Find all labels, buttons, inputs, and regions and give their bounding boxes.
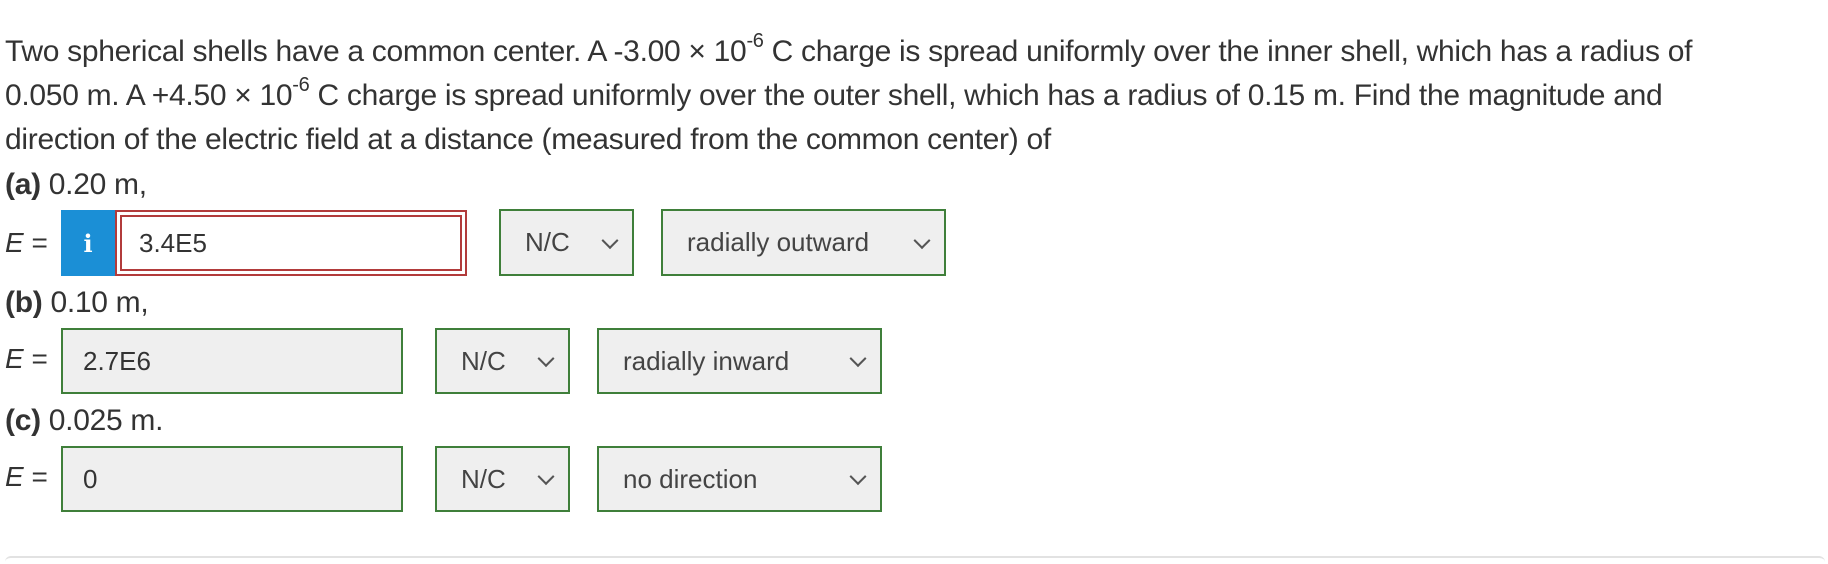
part-letter: (a) [5,168,41,201]
section-divider [5,556,1825,564]
unit-value: N/C [461,345,506,376]
part-a-label: (a) 0.20 m, [5,167,147,203]
answer-value: 3.4E5 [139,227,207,258]
unit-select-b[interactable]: N/C [435,328,570,394]
chevron-down-icon [601,231,619,249]
direction-select-b[interactable]: radially inward [597,328,882,394]
e-label-a: E = [5,226,48,260]
unit-value: N/C [461,463,506,494]
problem-statement: Two spherical shells have a common cente… [5,30,1815,162]
answer-value: 2.7E6 [83,345,151,376]
exponent: -6 [746,30,764,52]
problem-line-2: 0.050 m. A +4.50 × 10-6 C charge is spre… [5,74,1815,118]
answer-input-c[interactable]: 0 [61,446,403,512]
unit-select-c[interactable]: N/C [435,446,570,512]
chevron-down-icon [537,350,555,368]
part-distance: 0.20 m, [40,168,147,201]
e-label-c: E = [5,460,48,494]
direction-select-a[interactable]: radially outward [661,209,946,276]
direction-value: radially inward [623,345,790,376]
problem-line-3: direction of the electric field at a dis… [5,123,1051,156]
chevron-down-icon [537,468,555,486]
exponent: -6 [292,74,310,96]
answer-input-a[interactable]: 3.4E5 [115,210,467,276]
problem-text: C charge is spread uniformly over the in… [763,35,1693,68]
problem-text: Two spherical shells have a common cente… [5,35,747,68]
part-b-label: (b) 0.10 m, [5,285,149,321]
direction-select-c[interactable]: no direction [597,446,882,512]
problem-text: 0.050 m. A +4.50 × 10 [5,79,293,112]
part-distance: 0.025 m. [40,404,164,437]
part-letter: (c) [5,404,41,437]
direction-value: no direction [623,463,758,494]
part-distance: 0.10 m, [42,286,149,319]
part-c-label: (c) 0.025 m. [5,403,163,439]
info-icon[interactable]: i [61,210,115,276]
chevron-down-icon [849,350,867,368]
equals-sign: = [23,227,48,258]
unit-value: N/C [525,227,570,257]
answer-input-b[interactable]: 2.7E6 [61,328,403,394]
e-symbol: E [5,461,24,492]
problem-text: C charge is spread uniformly over the ou… [309,79,1663,112]
equals-sign: = [23,343,48,374]
chevron-down-icon [913,231,931,249]
part-letter: (b) [5,286,43,319]
direction-value: radially outward [687,227,870,257]
equals-sign: = [23,461,48,492]
chevron-down-icon [849,468,867,486]
e-symbol: E [5,227,24,258]
e-symbol: E [5,343,24,374]
problem-line-1: Two spherical shells have a common cente… [5,30,1815,74]
answer-value: 0 [83,463,98,494]
unit-select-a[interactable]: N/C [499,209,634,276]
e-label-b: E = [5,342,48,376]
info-glyph: i [83,228,93,258]
